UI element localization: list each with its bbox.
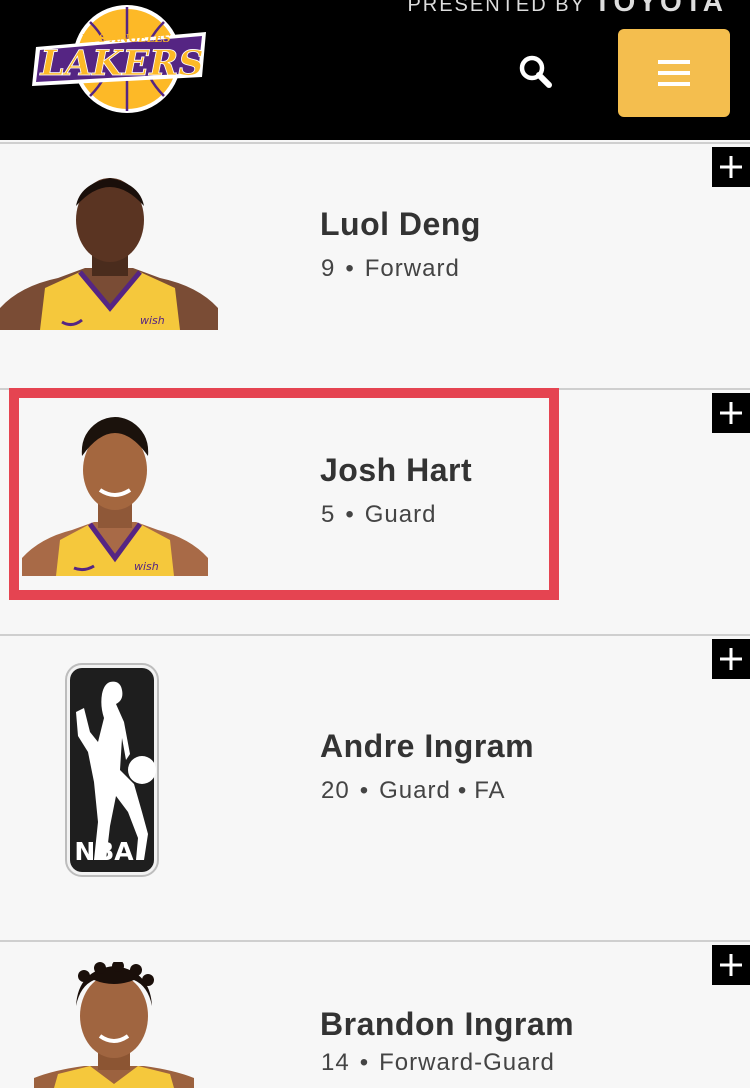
- logo-main-text: LAKERS: [39, 43, 203, 84]
- player-number: 20: [321, 777, 350, 804]
- expand-button[interactable]: [712, 147, 750, 187]
- player-photo: wish: [22, 417, 208, 576]
- player-meta: 14 • Forward-Guard: [321, 1049, 555, 1076]
- player-meta: 20 • Guard • FA: [321, 777, 506, 804]
- player-meta: 5 • Guard: [321, 501, 437, 528]
- plus-icon: [720, 156, 742, 178]
- player-position: Forward-Guard: [379, 1049, 555, 1076]
- player-number: 14: [321, 1049, 350, 1076]
- jersey-sponsor: wish: [140, 314, 165, 327]
- search-button[interactable]: [512, 48, 560, 96]
- sponsor-brand: TOYOTA: [593, 0, 726, 17]
- player-row[interactable]: Brandon Ingram 14 • Forward-Guard: [0, 940, 750, 1088]
- player-position: Forward: [364, 255, 460, 282]
- search-icon: [519, 55, 552, 88]
- player-name[interactable]: Brandon Ingram: [320, 1006, 574, 1043]
- plus-icon: [720, 402, 742, 424]
- presented-by-banner: PRESENTED BY TOYOTA: [407, 0, 726, 18]
- lakers-logo[interactable]: LOS ANGELES LAKERS: [30, 2, 210, 114]
- player-row[interactable]: wish Josh Hart 5 • Guard: [0, 388, 750, 633]
- player-photo: [34, 962, 194, 1088]
- player-row[interactable]: NBA Andre Ingram 20 • Guard • FA: [0, 634, 750, 879]
- expand-button[interactable]: [712, 945, 750, 985]
- nba-logo: NBA: [65, 663, 159, 877]
- expand-button[interactable]: [712, 393, 750, 433]
- player-photo: wish: [0, 178, 218, 330]
- player-name[interactable]: Luol Deng: [320, 206, 481, 243]
- expand-button[interactable]: [712, 639, 750, 679]
- player-number: 5: [321, 501, 336, 528]
- site-header: PRESENTED BY TOYOTA LOS ANGELES LAKERS: [0, 0, 750, 140]
- menu-button[interactable]: [618, 29, 730, 117]
- player-row[interactable]: wish Luol Deng 9 • Forward: [0, 142, 750, 387]
- presented-by-label: PRESENTED BY: [407, 0, 586, 16]
- player-position: Guard: [379, 777, 451, 804]
- plus-icon: [720, 954, 742, 976]
- player-status: FA: [474, 777, 506, 804]
- hamburger-menu-icon: [658, 60, 690, 86]
- player-meta: 9 • Forward: [321, 255, 460, 282]
- jersey-sponsor: wish: [134, 560, 159, 573]
- plus-icon: [720, 648, 742, 670]
- player-position: Guard: [364, 501, 437, 528]
- player-number: 9: [321, 255, 336, 282]
- player-name[interactable]: Andre Ingram: [320, 728, 534, 765]
- player-name[interactable]: Josh Hart: [320, 452, 472, 489]
- nba-logo-text: NBA: [74, 837, 134, 866]
